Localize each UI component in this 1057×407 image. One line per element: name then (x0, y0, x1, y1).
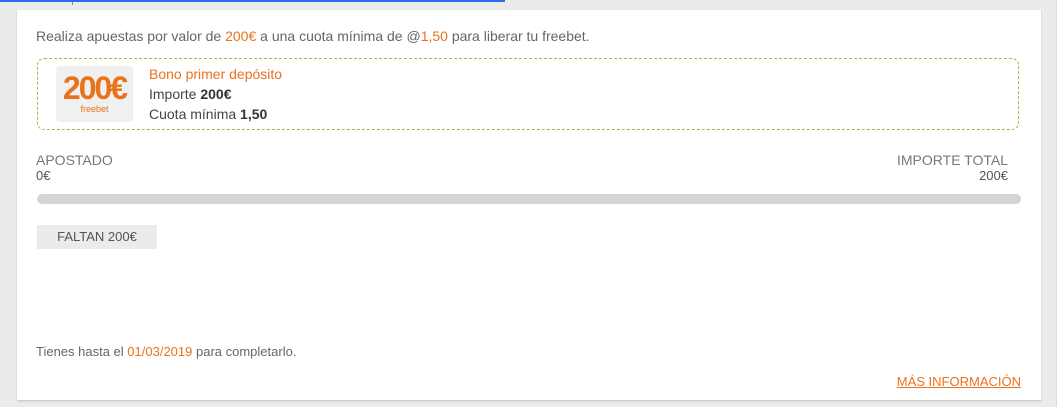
freebet-logo-amount: 200€ (62, 70, 128, 106)
wagered-info: APOSTADO 0€ (36, 152, 113, 184)
bonus-title: Bono primer depósito (149, 66, 283, 82)
loading-bar-tick (72, 2, 73, 5)
deadline-text: Tienes hasta el 01/03/2019 para completa… (36, 344, 296, 359)
total-label: IMPORTE TOTAL (897, 152, 1008, 168)
total-value: 200€ (979, 168, 1008, 183)
deadline-suffix: para completarlo. (192, 344, 297, 359)
deadline-date: 01/03/2019 (127, 344, 193, 359)
intro-suffix: para liberar tu freebet. (447, 28, 590, 44)
bonus-info: Bono primer depósito Importe 200€ Cuota … (149, 64, 282, 124)
bonus-odds-line: Cuota mínima 1,50 (149, 104, 282, 124)
wager-progress-bar (37, 194, 1021, 204)
bonus-summary-box: 200€ freebet Bono primer depósito Import… (37, 58, 1019, 130)
total-info: IMPORTE TOTAL 200€ (897, 152, 1008, 184)
intro-odds: 1,50 (420, 28, 448, 44)
bonus-odds-value: 1,50 (240, 106, 268, 122)
remaining-badge: FALTAN 200€ (37, 225, 157, 249)
bonus-amount-line: Importe 200€ (149, 84, 282, 104)
more-info-link[interactable]: MÁS INFORMACIÓN (897, 374, 1021, 389)
wagered-label: APOSTADO (36, 152, 113, 168)
intro-middle: a una cuota mínima de @ (256, 28, 421, 44)
deadline-prefix: Tienes hasta el (36, 344, 128, 359)
freebet-card: Realiza apuestas por valor de 200€ a una… (17, 10, 1041, 400)
wagered-value: 0€ (36, 168, 51, 183)
intro-amount: 200€ (225, 28, 257, 44)
freebet-logo: 200€ freebet (56, 66, 133, 122)
bonus-amount-label: Importe (149, 86, 201, 102)
bonus-amount-value: 200€ (200, 86, 232, 102)
bonus-odds-label: Cuota mínima (149, 106, 241, 122)
page-loading-bar (0, 0, 505, 2)
intro-prefix: Realiza apuestas por valor de (36, 28, 226, 44)
intro-text: Realiza apuestas por valor de 200€ a una… (36, 28, 590, 44)
